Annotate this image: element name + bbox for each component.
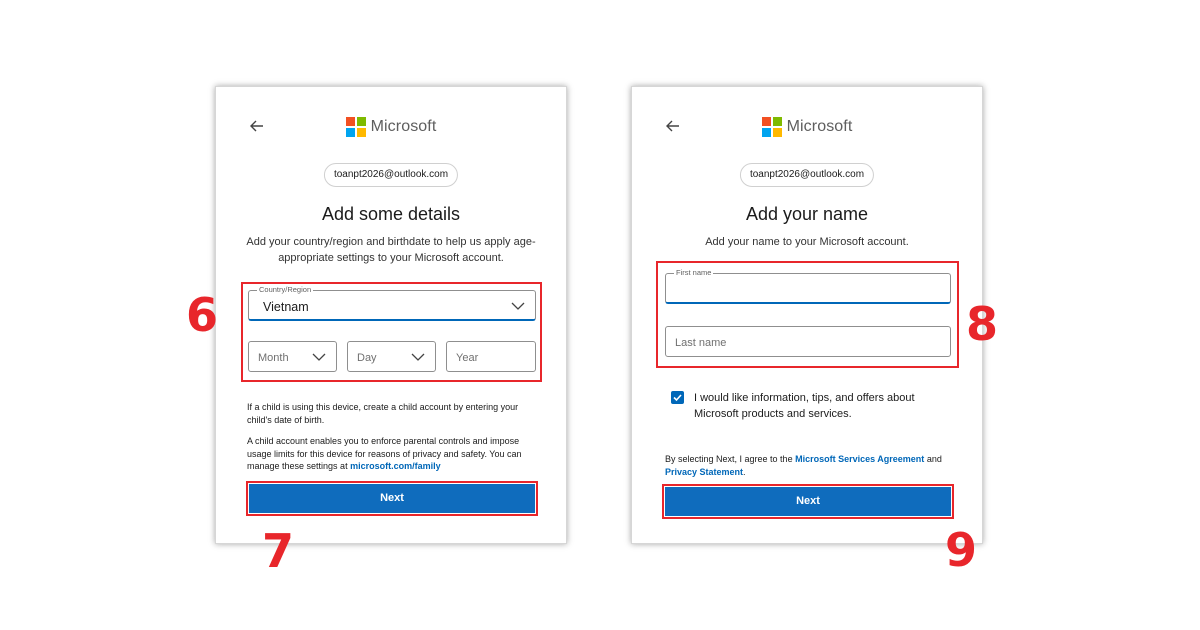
offers-checkbox-label[interactable]: I would like information, tips, and offe… (694, 390, 952, 422)
step-7-label: 7 (262, 524, 295, 578)
agreement-prefix: By selecting Next, I agree to the (665, 454, 793, 464)
family-settings-link[interactable]: microsoft.com/family (350, 461, 441, 471)
page-title: Add some details (321, 204, 461, 224)
brand-name: Microsoft (786, 118, 853, 135)
step-6-label: 6 (186, 288, 219, 342)
highlight-country-birthdate (241, 282, 542, 382)
microsoft-logo-icon (345, 117, 366, 137)
highlight-name-fields (656, 261, 959, 368)
agreement-and: and (926, 454, 942, 464)
child-account-note: A child account enables you to enforce p… (247, 435, 536, 473)
agreement-text: By selecting Next, I agree to the Micros… (665, 453, 952, 478)
privacy-statement-link[interactable]: Privacy Statement (665, 467, 743, 477)
microsoft-brand: Microsoft (216, 115, 566, 139)
page-subtitle: Add your country/region and birthdate to… (246, 236, 536, 264)
next-button[interactable]: Next (246, 481, 538, 516)
services-agreement-link[interactable]: Microsoft Services Agreement (795, 454, 924, 464)
step-9-label: 9 (945, 523, 978, 577)
step-8-label: 8 (966, 297, 999, 351)
child-device-note: If a child is using this device, create … (247, 402, 519, 425)
page-subtitle: Add your name to your Microsoft account. (705, 236, 909, 248)
brand-name: Microsoft (370, 118, 437, 135)
page-title: Add your name (745, 204, 869, 224)
microsoft-brand: Microsoft (632, 115, 982, 139)
checkmark-icon (673, 394, 682, 402)
offers-checkbox[interactable] (671, 391, 684, 404)
agreement-suffix: . (743, 466, 746, 477)
account-email[interactable]: toanpt2026@outlook.com (739, 163, 875, 187)
account-email[interactable]: toanpt2026@outlook.com (323, 163, 459, 187)
next-button[interactable]: Next (662, 484, 954, 519)
microsoft-logo-icon (761, 117, 782, 137)
